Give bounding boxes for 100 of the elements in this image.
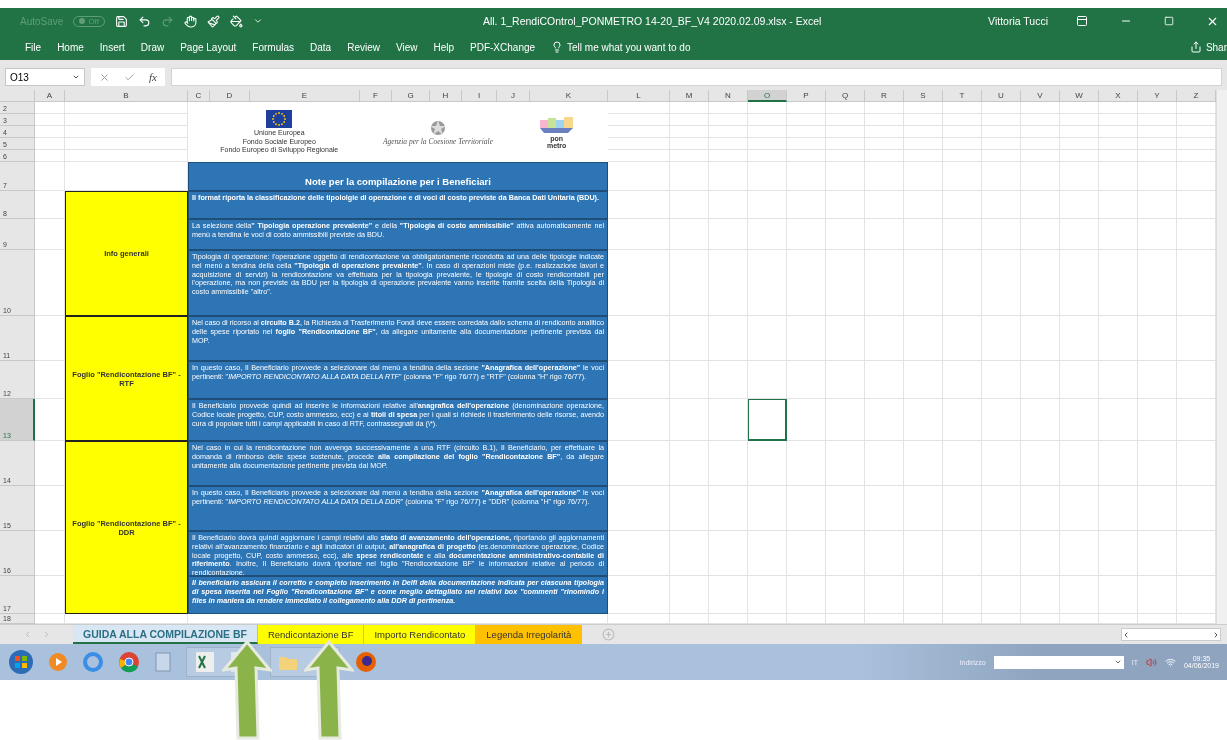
empty-cell[interactable] bbox=[904, 531, 943, 576]
empty-cell[interactable] bbox=[1138, 191, 1177, 219]
volume-icon[interactable] bbox=[1145, 656, 1157, 668]
empty-cell[interactable] bbox=[1060, 316, 1099, 361]
column-header[interactable]: M bbox=[670, 90, 709, 102]
empty-cell[interactable] bbox=[709, 191, 748, 219]
dropdown-icon[interactable] bbox=[1113, 658, 1122, 666]
empty-cell[interactable] bbox=[904, 316, 943, 361]
empty-cell[interactable] bbox=[982, 486, 1021, 531]
window-icon[interactable] bbox=[154, 651, 172, 673]
column-header[interactable]: G bbox=[392, 90, 430, 102]
empty-cell[interactable] bbox=[1138, 486, 1177, 531]
empty-cell[interactable] bbox=[670, 114, 709, 126]
column-header[interactable]: Y bbox=[1138, 90, 1177, 102]
empty-cell[interactable] bbox=[1021, 126, 1060, 138]
empty-cell[interactable] bbox=[670, 316, 709, 361]
empty-cell[interactable] bbox=[826, 531, 865, 576]
empty-cell[interactable] bbox=[670, 219, 709, 250]
empty-cell[interactable] bbox=[943, 486, 982, 531]
column-header[interactable]: Q bbox=[826, 90, 865, 102]
empty-cell[interactable] bbox=[709, 126, 748, 138]
empty-cell[interactable] bbox=[35, 531, 65, 576]
sheet-tab[interactable]: Legenda Irregolarità bbox=[476, 625, 583, 644]
empty-cell[interactable] bbox=[1138, 316, 1177, 361]
empty-cell[interactable] bbox=[1021, 531, 1060, 576]
empty-cell[interactable] bbox=[826, 486, 865, 531]
empty-cell[interactable] bbox=[670, 191, 709, 219]
empty-cell[interactable] bbox=[943, 150, 982, 162]
empty-cell[interactable] bbox=[1060, 102, 1099, 114]
empty-cell[interactable] bbox=[904, 162, 943, 191]
ribbon-tab[interactable]: Data bbox=[310, 41, 332, 53]
name-box[interactable]: O13 bbox=[5, 68, 85, 86]
empty-cell[interactable] bbox=[982, 399, 1021, 441]
empty-cell[interactable] bbox=[709, 219, 748, 250]
empty-cell[interactable] bbox=[670, 150, 709, 162]
column-header[interactable]: T bbox=[943, 90, 982, 102]
empty-cell[interactable] bbox=[865, 191, 904, 219]
empty-cell[interactable] bbox=[826, 219, 865, 250]
restore-icon[interactable] bbox=[1164, 16, 1174, 26]
empty-cell[interactable] bbox=[670, 138, 709, 150]
empty-cell[interactable] bbox=[709, 441, 748, 486]
empty-cell[interactable] bbox=[1099, 361, 1138, 399]
empty-cell[interactable] bbox=[1021, 191, 1060, 219]
horizontal-scrollbar[interactable] bbox=[1121, 628, 1221, 641]
empty-cell[interactable] bbox=[904, 138, 943, 150]
cancel-icon[interactable] bbox=[99, 71, 110, 83]
empty-cell[interactable] bbox=[943, 138, 982, 150]
empty-cell[interactable] bbox=[943, 114, 982, 126]
start-button[interactable] bbox=[8, 649, 34, 675]
empty-cell[interactable] bbox=[787, 126, 826, 138]
empty-cell[interactable] bbox=[1060, 162, 1099, 191]
empty-cell[interactable] bbox=[787, 114, 826, 126]
empty-cell[interactable] bbox=[904, 102, 943, 114]
empty-cell[interactable] bbox=[943, 441, 982, 486]
empty-cell[interactable] bbox=[1021, 316, 1060, 361]
empty-cell[interactable] bbox=[65, 150, 188, 162]
enter-icon[interactable] bbox=[124, 71, 135, 83]
empty-cell[interactable] bbox=[865, 114, 904, 126]
empty-cell[interactable] bbox=[608, 250, 670, 316]
empty-cell[interactable] bbox=[1060, 191, 1099, 219]
empty-cell[interactable] bbox=[1099, 150, 1138, 162]
empty-cell[interactable] bbox=[1138, 250, 1177, 316]
column-header[interactable]: O bbox=[748, 90, 787, 102]
empty-cell[interactable] bbox=[826, 576, 865, 614]
empty-cell[interactable] bbox=[670, 102, 709, 114]
empty-cell[interactable] bbox=[943, 399, 982, 441]
media-player-icon[interactable] bbox=[48, 652, 68, 672]
column-header[interactable]: F bbox=[360, 90, 392, 102]
column-header[interactable]: W bbox=[1060, 90, 1099, 102]
empty-cell[interactable] bbox=[1138, 126, 1177, 138]
empty-cell[interactable] bbox=[826, 114, 865, 126]
empty-cell[interactable] bbox=[608, 102, 670, 114]
empty-cell[interactable] bbox=[904, 150, 943, 162]
empty-cell[interactable] bbox=[787, 138, 826, 150]
empty-cell[interactable] bbox=[748, 126, 787, 138]
empty-cell[interactable] bbox=[865, 441, 904, 486]
column-header[interactable]: K bbox=[530, 90, 608, 102]
ribbon-tab[interactable]: Home bbox=[57, 41, 84, 53]
empty-cell[interactable] bbox=[748, 531, 787, 576]
ribbon-tab[interactable]: Help bbox=[433, 41, 455, 53]
empty-cell[interactable] bbox=[943, 102, 982, 114]
empty-cell[interactable] bbox=[904, 576, 943, 614]
empty-cell[interactable] bbox=[865, 250, 904, 316]
empty-cell[interactable] bbox=[709, 399, 748, 441]
empty-cell[interactable] bbox=[1021, 138, 1060, 150]
empty-cell[interactable] bbox=[1099, 486, 1138, 531]
empty-cell[interactable] bbox=[1138, 531, 1177, 576]
empty-cell[interactable] bbox=[1021, 361, 1060, 399]
empty-cell[interactable] bbox=[1099, 316, 1138, 361]
user-name[interactable]: Vittoria Tucci bbox=[988, 15, 1048, 27]
empty-cell[interactable] bbox=[709, 576, 748, 614]
column-header[interactable]: D bbox=[210, 90, 250, 102]
empty-cell[interactable] bbox=[1060, 138, 1099, 150]
ribbon-tab[interactable]: PDF-XChange bbox=[470, 41, 536, 53]
empty-cell[interactable] bbox=[35, 399, 65, 441]
empty-cell[interactable] bbox=[943, 316, 982, 361]
empty-cell[interactable] bbox=[748, 250, 787, 316]
empty-cell[interactable] bbox=[1060, 399, 1099, 441]
empty-cell[interactable] bbox=[1099, 114, 1138, 126]
empty-cell[interactable] bbox=[904, 250, 943, 316]
